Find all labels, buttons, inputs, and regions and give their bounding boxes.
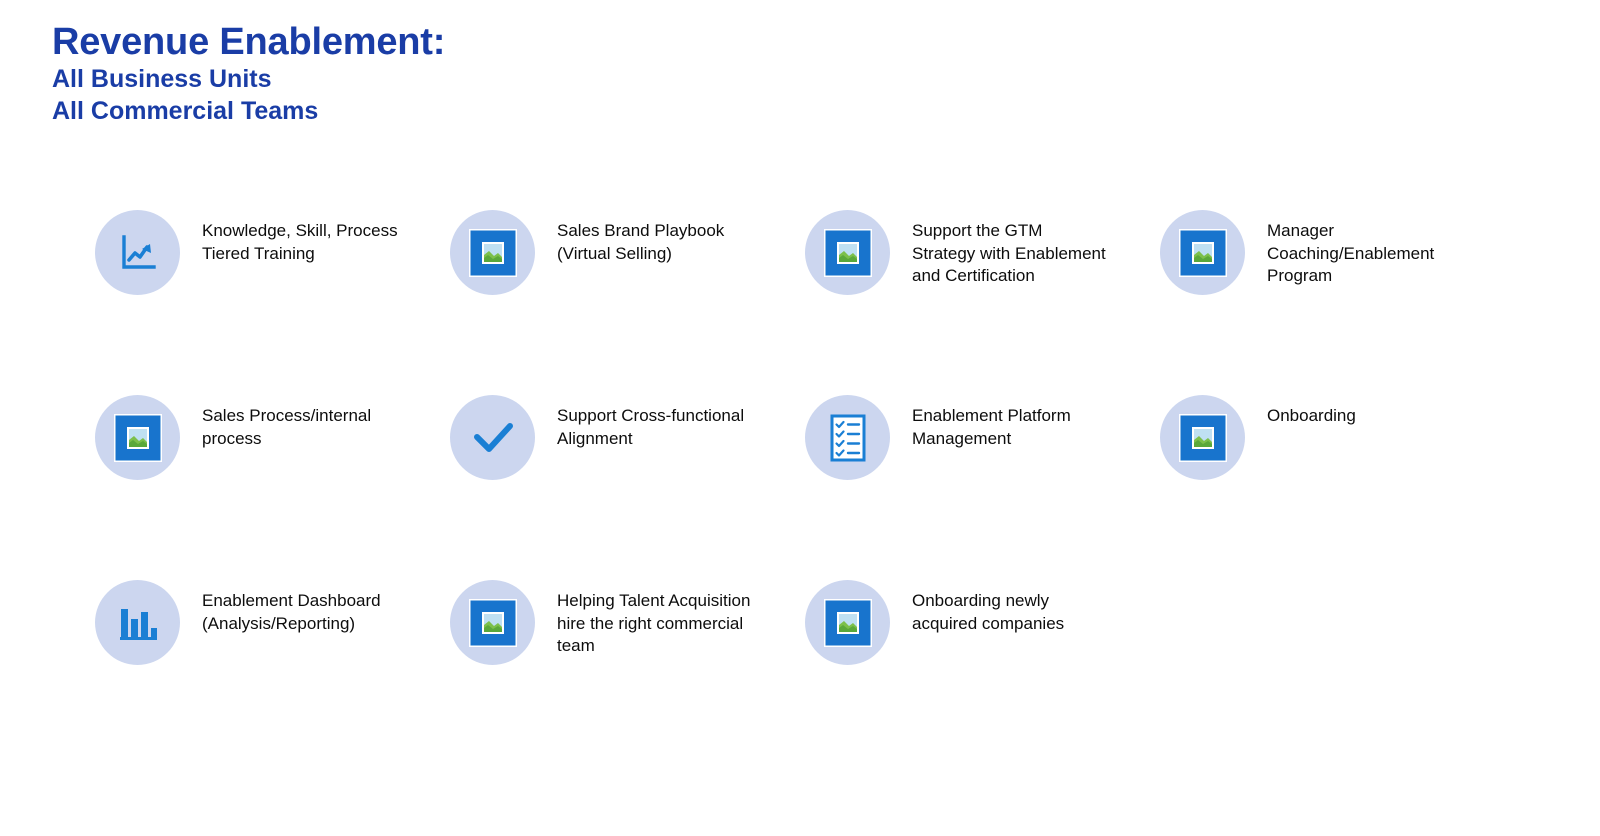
capability-grid: Knowledge, Skill, Process Tiered Trainin…	[95, 210, 1545, 765]
page-subtitle-line-2: All Commercial Teams	[52, 97, 319, 126]
capability-item-manager-coaching-enablement[interactable]: Manager Coaching/Enablement Program	[1160, 210, 1515, 395]
capability-item-label: Support the GTM Strategy with Enablement…	[912, 221, 1106, 286]
capability-item-label: Sales Brand Playbook (Virtual Selling)	[557, 221, 725, 263]
capability-item-sales-brand-playbook[interactable]: Sales Brand Playbook (Virtual Selling)	[450, 210, 805, 395]
capability-item-support-gtm-strategy[interactable]: Support the GTM Strategy with Enablement…	[805, 210, 1160, 395]
broken-image-placeholder-icon	[805, 580, 890, 665]
line-chart-up-icon	[95, 210, 180, 295]
capability-item-label: Enablement Platform Management	[912, 406, 1071, 448]
grid-row: Sales Process/internal process Support C…	[95, 395, 1545, 580]
title-block: Revenue Enablement: All Business Units A…	[52, 21, 446, 127]
capability-item-helping-talent-acquisition[interactable]: Helping Talent Acquisition hire the righ…	[450, 580, 805, 765]
broken-image-placeholder-icon	[1160, 395, 1245, 480]
capability-item-label: Sales Process/internal process	[202, 406, 372, 448]
broken-image-placeholder-icon	[805, 210, 890, 295]
capability-item-label: Knowledge, Skill, Process Tiered Trainin…	[202, 221, 398, 263]
capability-item-enablement-platform-management[interactable]: Enablement Platform Management	[805, 395, 1160, 580]
grid-row: Enablement Dashboard (Analysis/Reporting…	[95, 580, 1545, 765]
capability-item-enablement-dashboard[interactable]: Enablement Dashboard (Analysis/Reporting…	[95, 580, 450, 765]
capability-item-sales-process-internal[interactable]: Sales Process/internal process	[95, 395, 450, 580]
bar-chart-icon	[95, 580, 180, 665]
checkmark-icon	[450, 395, 535, 480]
page-title: Revenue Enablement:	[52, 21, 446, 63]
broken-image-placeholder-icon	[450, 210, 535, 295]
capability-item-label: Onboarding	[1267, 406, 1356, 425]
capability-item-label: Helping Talent Acquisition hire the righ…	[557, 591, 751, 656]
slide-canvas: Revenue Enablement: All Business Units A…	[0, 0, 1600, 836]
grid-row: Knowledge, Skill, Process Tiered Trainin…	[95, 210, 1545, 395]
broken-image-placeholder-icon	[450, 580, 535, 665]
capability-item-label: Manager Coaching/Enablement Program	[1267, 221, 1435, 286]
capability-item-support-cross-functional-alignment[interactable]: Support Cross-functional Alignment	[450, 395, 805, 580]
capability-item-label: Support Cross-functional Alignment	[557, 406, 745, 448]
capability-item-onboarding[interactable]: Onboarding	[1160, 395, 1515, 580]
capability-item-knowledge-skill-process[interactable]: Knowledge, Skill, Process Tiered Trainin…	[95, 210, 450, 395]
capability-item-onboarding-acquired-companies[interactable]: Onboarding newly acquired companies	[805, 580, 1160, 765]
broken-image-placeholder-icon	[1160, 210, 1245, 295]
checklist-clipboard-icon	[805, 395, 890, 480]
capability-item-label: Enablement Dashboard (Analysis/Reporting…	[202, 591, 381, 633]
capability-item-label: Onboarding newly acquired companies	[912, 591, 1065, 633]
page-subtitle-line-1: All Business Units	[52, 65, 272, 94]
broken-image-placeholder-icon	[95, 395, 180, 480]
